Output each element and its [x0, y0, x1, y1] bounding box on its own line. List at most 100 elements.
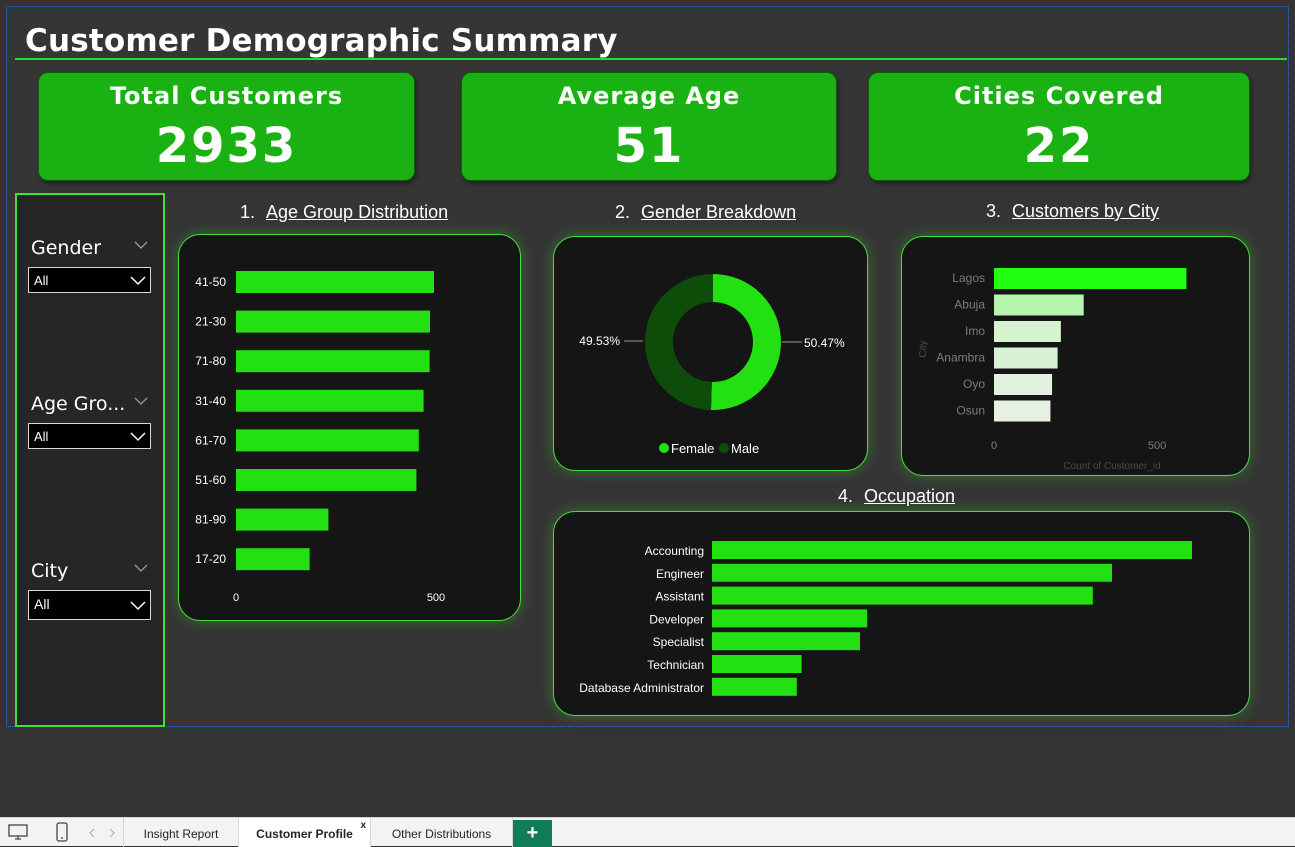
page-title: Customer Demographic Summary	[25, 23, 618, 59]
chevron-down-icon[interactable]	[133, 393, 149, 409]
occupation-chart-card[interactable]: Accounting Engineer Assistant Developer Spec…	[553, 511, 1250, 716]
title-divider	[15, 58, 1287, 60]
category-label: 21-30	[195, 315, 226, 329]
bar	[712, 563, 1112, 582]
category-label: 51-60	[195, 473, 226, 487]
page-tab-bar: Insight Report Customer Profile x Other …	[0, 817, 1295, 847]
chart-title-gender: 2. Gender Breakdown	[615, 202, 796, 223]
bar	[236, 469, 417, 491]
bar	[994, 294, 1084, 316]
gender-dropdown[interactable]: All	[28, 267, 151, 293]
bar	[994, 374, 1053, 395]
bar	[712, 586, 1093, 605]
chart-title-text: Customers by City	[1012, 201, 1160, 221]
donut-slice	[710, 274, 781, 410]
kpi-value: 2933	[155, 118, 298, 174]
data-label: 49.53%	[579, 334, 620, 348]
chart-title-occupation: 4. Occupation	[838, 486, 955, 507]
tab-insight-report[interactable]: Insight Report	[124, 818, 239, 847]
scroll-right-icon[interactable]	[108, 828, 116, 838]
bar	[236, 271, 434, 293]
legend-marker	[659, 443, 669, 453]
tab-label: Other Distributions	[391, 827, 492, 841]
add-page-button[interactable]: +	[513, 820, 552, 847]
category-label: Engineer	[656, 567, 704, 581]
chart-title-text: Age Group Distribution	[266, 202, 449, 222]
age-group-slicer[interactable]: Age Gro... All	[28, 391, 153, 449]
mobile-layout-icon[interactable]	[55, 822, 69, 842]
legend-label: Female	[671, 441, 714, 456]
category-label: Developer	[649, 612, 704, 626]
bar	[712, 655, 802, 673]
bar	[712, 541, 1192, 559]
chevron-down-icon	[130, 432, 146, 442]
chevron-down-icon[interactable]	[133, 560, 149, 576]
city-dropdown[interactable]: All	[28, 590, 151, 620]
y-axis-title: City	[918, 340, 929, 357]
kpi-label: Cities Covered	[954, 82, 1164, 110]
desktop-layout-icon[interactable]	[8, 824, 28, 840]
dropdown-value: All	[34, 273, 49, 288]
chevron-down-icon[interactable]	[133, 237, 149, 253]
bar	[994, 400, 1051, 422]
axis-tick-label: 0	[991, 440, 997, 452]
bar	[236, 310, 430, 333]
chart-title-age-group: 1. Age Group Distribution	[240, 202, 448, 223]
occupation-bar-chart: Accounting Engineer Assistant Developer Spec…	[579, 541, 1192, 696]
category-label: 71-80	[195, 354, 226, 368]
kpi-card-total-customers[interactable]: Total Customers 2933	[38, 72, 415, 181]
category-label: Assistant	[655, 590, 704, 604]
axis-tick-label: 500	[1148, 440, 1166, 452]
kpi-value: 51	[613, 118, 685, 174]
chart-title-city: 3. Customers by City	[986, 201, 1159, 222]
tab-other-distributions[interactable]: Other Distributions	[371, 818, 513, 847]
bar	[994, 321, 1061, 342]
category-label: 41-50	[195, 275, 226, 289]
bar	[236, 389, 424, 412]
chevron-down-icon	[130, 601, 146, 611]
gender-chart-card[interactable]: 50.47% 49.53% Female Male	[553, 236, 868, 471]
city-chart-card[interactable]: Lagos Abuja Imo Anambra Oyo Osun 0 500 Count of …	[901, 236, 1250, 476]
dropdown-value: All	[34, 429, 49, 444]
chart-title-text: Gender Breakdown	[641, 202, 797, 222]
category-label: 31-40	[195, 394, 226, 408]
bar	[994, 347, 1058, 369]
filter-panel: Gender All Age Gro... All City All	[15, 193, 165, 727]
gender-donut-chart: 50.47% 49.53% Female Male	[579, 274, 845, 456]
city-bar-chart: Lagos Abuja Imo Anambra Oyo Osun 0 500 Count of …	[918, 268, 1187, 472]
bar	[712, 632, 860, 651]
category-label: Lagos	[952, 271, 985, 285]
kpi-card-average-age[interactable]: Average Age 51	[461, 72, 837, 181]
age-group-dropdown[interactable]: All	[28, 423, 151, 449]
kpi-card-cities-covered[interactable]: Cities Covered 22	[868, 72, 1250, 181]
gender-slicer[interactable]: Gender All	[28, 235, 153, 293]
kpi-value: 22	[1023, 118, 1095, 174]
chart-title-text: Occupation	[864, 486, 956, 506]
close-tab-icon[interactable]: x	[360, 820, 366, 831]
category-label: Abuja	[954, 298, 985, 312]
bar	[236, 508, 329, 531]
tab-label: Insight Report	[143, 827, 219, 841]
legend-label: Male	[731, 441, 759, 456]
bar	[236, 429, 419, 452]
city-slicer[interactable]: City All	[28, 558, 153, 620]
chevron-down-icon	[130, 276, 146, 286]
chart-number: 4.	[838, 486, 854, 506]
data-label: 50.47%	[804, 336, 845, 350]
slicer-label: Gender	[31, 237, 102, 259]
category-label: Database Administrator	[579, 681, 704, 695]
scroll-left-icon[interactable]	[88, 828, 96, 838]
bar	[712, 609, 868, 628]
category-label: Specialist	[653, 635, 705, 649]
category-label: Oyo	[963, 377, 985, 391]
category-label: 17-20	[195, 552, 226, 566]
tab-customer-profile[interactable]: Customer Profile x	[239, 818, 371, 847]
bar	[994, 268, 1187, 289]
age-group-chart-card[interactable]: 41-50 21-30 71-80 31-40 61-70 51-60 81-90 17-20…	[178, 234, 521, 621]
tab-label: Customer Profile	[256, 827, 353, 841]
dropdown-value: All	[34, 596, 50, 612]
category-label: Osun	[956, 404, 985, 418]
kpi-label: Total Customers	[109, 82, 344, 110]
axis-tick-label: 0	[233, 592, 239, 604]
category-label: Technician	[647, 658, 704, 672]
